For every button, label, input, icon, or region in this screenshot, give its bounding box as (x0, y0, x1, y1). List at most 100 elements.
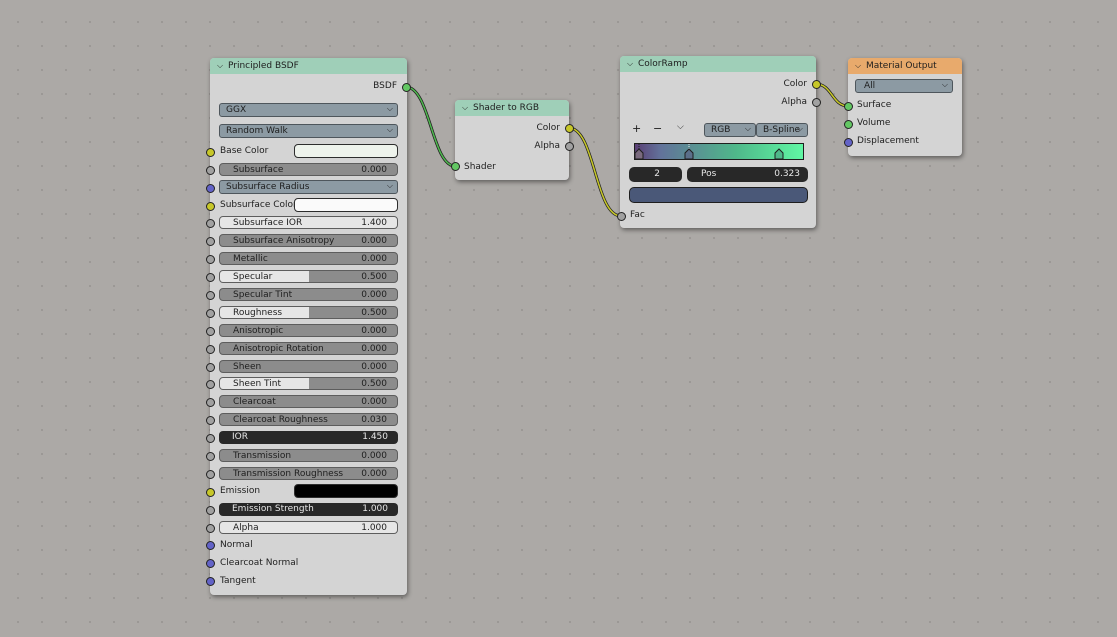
sheen-tint-socket[interactable] (206, 380, 215, 389)
shader-to-rgb-node[interactable]: ⌵ Shader to RGB Color Alpha Shader (455, 100, 569, 180)
sheen-socket[interactable] (206, 363, 215, 372)
roughness-socket[interactable] (206, 309, 215, 318)
displacement-input-socket[interactable] (844, 138, 853, 147)
color-output-socket[interactable] (565, 124, 574, 133)
specular-field[interactable]: Specular 0.500 (219, 270, 398, 283)
distribution-dropdown[interactable]: GGX ⌵ (219, 103, 398, 117)
field-value: 0.000 (361, 397, 387, 407)
clearcoat-socket[interactable] (206, 398, 215, 407)
subsurface-radius-field[interactable]: Subsurface Radius ⌵ (219, 180, 398, 194)
ramp-stop-1[interactable] (684, 144, 694, 159)
collapse-chevron-icon[interactable]: ⌵ (625, 59, 635, 69)
collapse-chevron-icon[interactable]: ⌵ (215, 61, 225, 71)
clearcoat-roughness-field[interactable]: Clearcoat Roughness 0.030 (219, 413, 398, 426)
ior-socket[interactable] (206, 434, 215, 443)
roughness-field[interactable]: Roughness 0.500 (219, 306, 398, 319)
anisotropic-rotation-socket[interactable] (206, 345, 215, 354)
subsurface-ior-field[interactable]: Subsurface IOR 1.400 (219, 216, 398, 229)
fac-input-socket[interactable] (617, 212, 626, 221)
shader-input-socket[interactable] (451, 162, 460, 171)
active-stop-index-field[interactable]: 2 (629, 167, 682, 182)
add-stop-button[interactable]: + (632, 122, 641, 135)
clearcoat-roughness-socket[interactable] (206, 416, 215, 425)
color-mode-dropdown[interactable]: RGB ⌵ (704, 123, 756, 137)
stop-color-swatch[interactable] (629, 187, 808, 203)
anisotropic-socket[interactable] (206, 327, 215, 336)
alpha-field[interactable]: Alpha 1.000 (219, 521, 398, 534)
sheen-tint-field[interactable]: Sheen Tint 0.500 (219, 377, 398, 390)
stop-position-field[interactable]: Pos 0.323 (687, 167, 808, 182)
colorramp-node[interactable]: ⌵ ColorRamp Color Alpha + − ⌵ RGB ⌵ B-Sp… (620, 56, 816, 228)
link-color-to-fac[interactable] (568, 126, 622, 218)
emission-color-swatch[interactable] (294, 484, 398, 498)
subsurface-color-swatch[interactable] (294, 198, 398, 212)
field-value: 0.000 (361, 326, 387, 336)
specular-socket[interactable] (206, 273, 215, 282)
collapse-chevron-icon[interactable]: ⌵ (853, 61, 863, 71)
emission-strength-socket[interactable] (206, 506, 215, 515)
subsurface-color-socket[interactable] (206, 202, 215, 211)
node-header[interactable]: ⌵ Shader to RGB (455, 100, 569, 116)
target-dropdown[interactable]: All ⌵ (855, 79, 953, 93)
anisotropic-field[interactable]: Anisotropic 0.000 (219, 324, 398, 337)
alpha-output-socket[interactable] (812, 98, 821, 107)
normal-socket[interactable] (206, 541, 215, 550)
output-label-bsdf: BSDF (373, 81, 397, 91)
subsurface-field[interactable]: Subsurface 0.000 (219, 163, 398, 176)
material-output-node[interactable]: ⌵ Material Output All ⌵ Surface Volume D… (848, 58, 962, 156)
principled-bsdf-node[interactable]: ⌵ Principled BSDF BSDF GGX ⌵ Random Walk… (210, 58, 407, 595)
transmission-socket[interactable] (206, 452, 215, 461)
link-bsdf-to-shader[interactable] (405, 85, 456, 168)
ramp-stop-2-active[interactable] (774, 148, 784, 159)
base-color-socket[interactable] (206, 148, 215, 157)
transmission-roughness-field[interactable]: Transmission Roughness 0.000 (219, 467, 398, 480)
field-value: 0.500 (361, 308, 387, 318)
color-output-socket[interactable] (812, 80, 821, 89)
remove-stop-button[interactable]: − (653, 122, 662, 135)
node-header[interactable]: ⌵ Material Output (848, 58, 962, 74)
dropdown-value: GGX (226, 105, 247, 115)
tangent-socket[interactable] (206, 577, 215, 586)
field-value: 0.000 (361, 451, 387, 461)
surface-input-socket[interactable] (844, 102, 853, 111)
chevron-down-icon: ⌵ (386, 104, 393, 113)
metallic-socket[interactable] (206, 255, 215, 264)
field-label: Specular Tint (233, 290, 293, 300)
ior-field[interactable]: IOR 1.450 (219, 431, 398, 444)
metallic-field[interactable]: Metallic 0.000 (219, 252, 398, 265)
collapse-chevron-icon[interactable]: ⌵ (460, 103, 470, 113)
specular-tint-socket[interactable] (206, 291, 215, 300)
dropdown-value: RGB (711, 125, 731, 135)
base-color-swatch[interactable] (294, 144, 398, 158)
alpha-socket[interactable] (206, 524, 215, 533)
field-label: Anisotropic (233, 326, 284, 336)
subsurface-anisotropy-socket[interactable] (206, 237, 215, 246)
transmission-roughness-socket[interactable] (206, 470, 215, 479)
node-header[interactable]: ⌵ Principled BSDF (210, 58, 407, 74)
clearcoat-field[interactable]: Clearcoat 0.000 (219, 395, 398, 408)
subsurface-method-dropdown[interactable]: Random Walk ⌵ (219, 124, 398, 138)
color-ramp-bar[interactable] (634, 143, 804, 160)
subsurface-anisotropy-field[interactable]: Subsurface Anisotropy 0.000 (219, 234, 398, 247)
field-label: Subsurface (233, 165, 284, 175)
field-value: 0.000 (361, 254, 387, 264)
subsurface-radius-socket[interactable] (206, 184, 215, 193)
transmission-field[interactable]: Transmission 0.000 (219, 449, 398, 462)
ramp-stop-0[interactable] (635, 144, 644, 159)
chevron-down-icon: ⌵ (941, 80, 948, 89)
specular-tint-field[interactable]: Specular Tint 0.000 (219, 288, 398, 301)
subsurface-socket[interactable] (206, 166, 215, 175)
alpha-output-socket[interactable] (565, 142, 574, 151)
bsdf-output-socket[interactable] (402, 83, 411, 92)
anisotropic-rotation-field[interactable]: Anisotropic Rotation 0.000 (219, 342, 398, 355)
volume-input-label: Volume (857, 118, 891, 128)
subsurface-ior-socket[interactable] (206, 219, 215, 228)
node-header[interactable]: ⌵ ColorRamp (620, 56, 816, 72)
sheen-field[interactable]: Sheen 0.000 (219, 360, 398, 373)
emission-strength-field[interactable]: Emission Strength 1.000 (219, 503, 398, 516)
volume-input-socket[interactable] (844, 120, 853, 129)
clearcoat-normal-socket[interactable] (206, 559, 215, 568)
interpolation-dropdown[interactable]: B-Spline ⌵ (756, 123, 808, 137)
emission-socket[interactable] (206, 488, 215, 497)
ramp-menu-button[interactable]: ⌵ (677, 122, 684, 132)
